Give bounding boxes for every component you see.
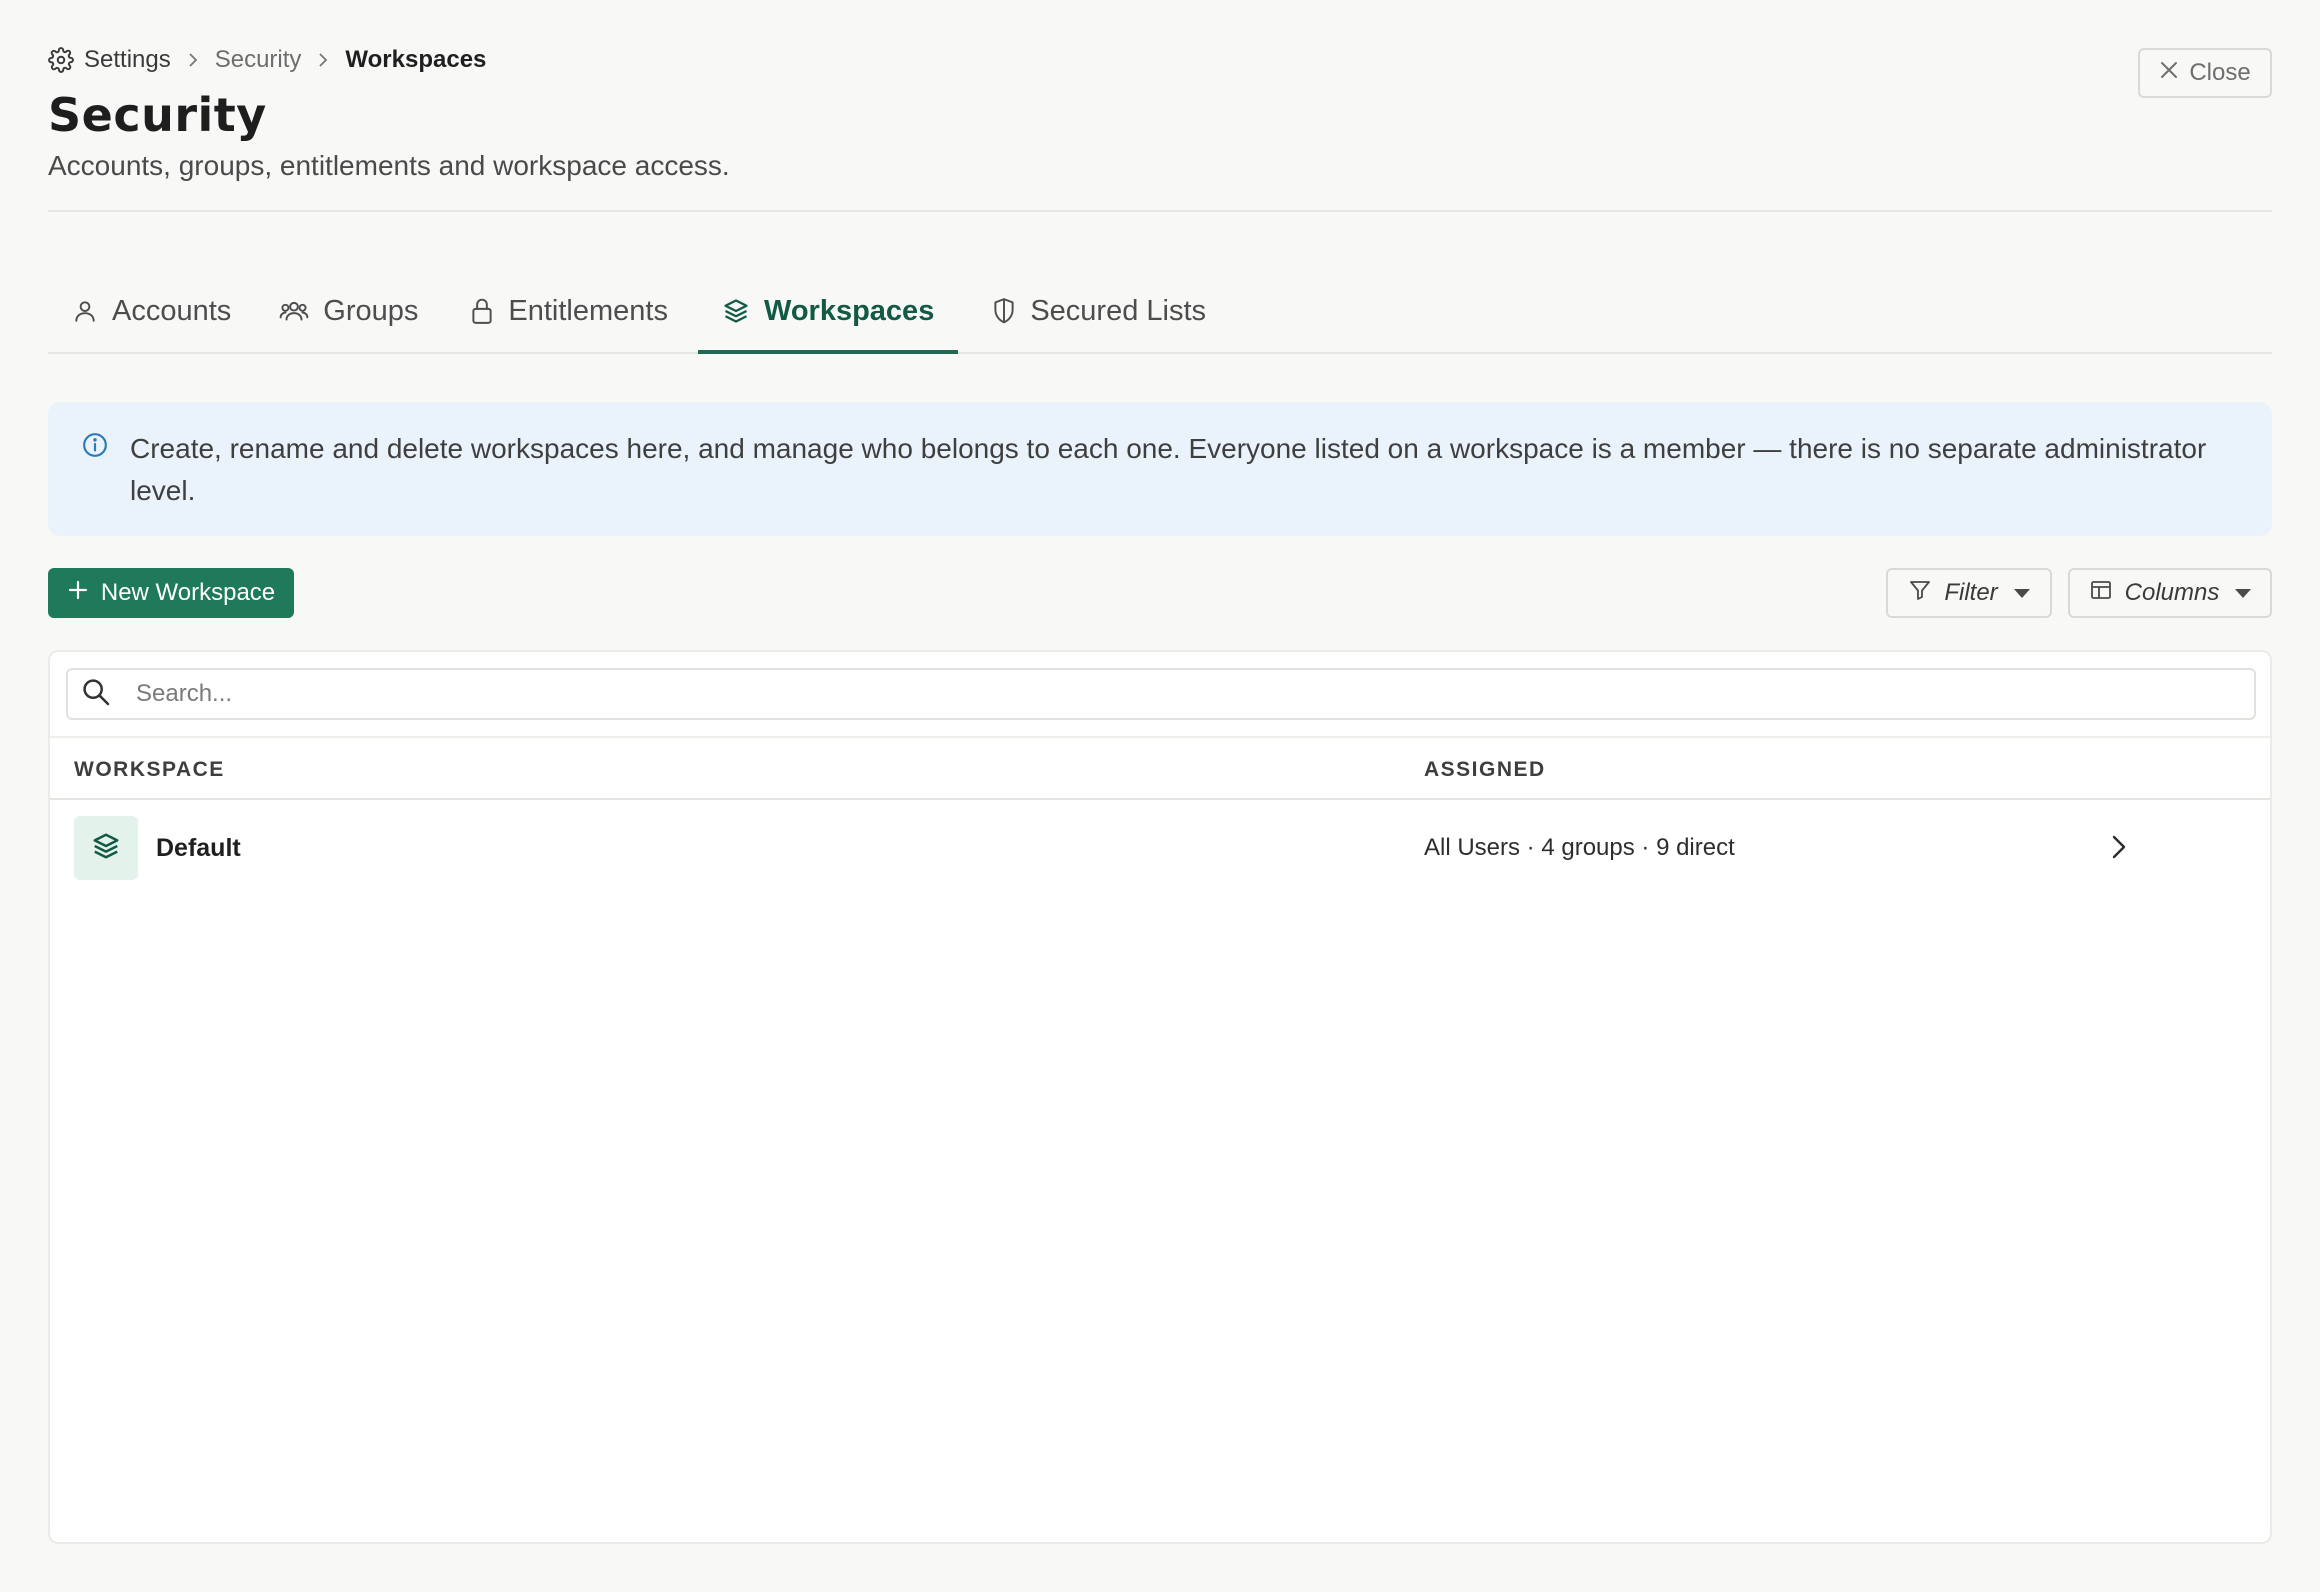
tab-label: Entitlements <box>508 294 668 327</box>
tab-bar: Accounts Groups Entitlements Workspaces … <box>48 270 2272 354</box>
plus-icon <box>67 579 89 608</box>
column-header-assigned[interactable]: ASSIGNED <box>1424 758 1546 782</box>
close-icon <box>2159 59 2179 87</box>
column-header-workspace[interactable]: WORKSPACE <box>74 758 225 782</box>
new-workspace-button[interactable]: New Workspace <box>48 568 294 618</box>
columns-icon <box>2089 578 2113 609</box>
tab-accounts[interactable]: Accounts <box>48 270 255 352</box>
tab-label: Groups <box>323 294 419 327</box>
workspace-assigned: All Users · 4 groups · 9 direct <box>1424 834 1735 861</box>
workspace-icon-tile <box>74 816 138 880</box>
page-subtitle: Accounts, groups, entitlements and works… <box>48 150 730 181</box>
breadcrumb-security[interactable]: Security <box>215 46 302 74</box>
workspaces-table-panel: WORKSPACE ASSIGNED Default All Users · 4… <box>48 650 2272 1544</box>
tab-label: Accounts <box>112 294 232 327</box>
filter-button[interactable]: Filter <box>1886 568 2052 618</box>
tab-groups[interactable]: Groups <box>255 270 442 352</box>
filter-label: Filter <box>1944 579 1998 606</box>
info-icon <box>82 432 108 463</box>
table-header: WORKSPACE ASSIGNED <box>50 738 2270 800</box>
user-icon <box>72 298 98 324</box>
security-settings-page: Settings Security Workspaces Security Ac… <box>0 0 2320 1592</box>
gear-icon <box>48 47 74 73</box>
search-input[interactable] <box>136 672 2236 716</box>
tab-workspaces[interactable]: Workspaces <box>697 270 959 354</box>
lock-icon <box>470 297 494 325</box>
tab-secured-lists[interactable]: Secured Lists <box>968 270 1230 352</box>
workspace-name: Default <box>156 834 241 862</box>
columns-label: Columns <box>2124 579 2220 606</box>
tab-entitlements[interactable]: Entitlements <box>446 270 692 352</box>
caret-down-icon <box>2013 588 2030 598</box>
close-button-label: Close <box>2189 59 2251 86</box>
breadcrumb-current: Workspaces <box>345 46 487 73</box>
info-banner: Create, rename and delete workspaces her… <box>48 402 2272 536</box>
tab-label: Workspaces <box>763 294 935 327</box>
breadcrumb: Settings Security Workspaces <box>48 46 486 74</box>
breadcrumb-settings-label: Settings <box>84 46 171 73</box>
search-box <box>66 668 2256 720</box>
filter-icon <box>1908 578 1932 609</box>
chevron-right-icon <box>315 52 331 68</box>
header-divider <box>48 210 2272 212</box>
page-title: Security <box>48 88 267 142</box>
new-workspace-label: New Workspace <box>100 579 276 606</box>
table-row[interactable]: Default All Users · 4 groups · 9 direct <box>50 802 2270 894</box>
search-icon <box>68 676 112 713</box>
users-icon <box>279 298 309 324</box>
layers-icon <box>91 831 121 866</box>
columns-button[interactable]: Columns <box>2068 568 2272 618</box>
breadcrumb-settings[interactable]: Settings <box>48 46 171 74</box>
info-banner-text: Create, rename and delete workspaces her… <box>130 433 2207 506</box>
chevron-right-icon[interactable] <box>2104 832 2132 867</box>
shield-icon <box>992 297 1016 325</box>
tab-label: Secured Lists <box>1030 294 1207 327</box>
close-button[interactable]: Close <box>2138 48 2272 98</box>
layers-icon <box>722 297 750 325</box>
caret-down-icon <box>2235 588 2252 598</box>
chevron-right-icon <box>185 52 201 68</box>
